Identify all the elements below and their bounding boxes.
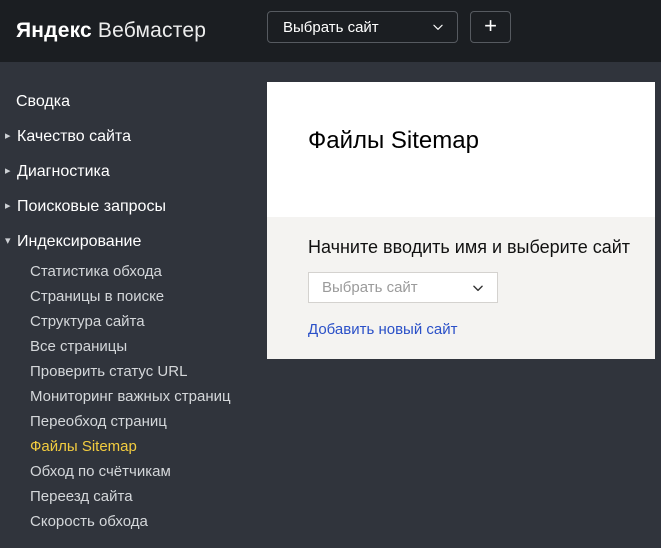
- header-site-select[interactable]: Выбрать сайт: [267, 11, 458, 43]
- site-select-dropdown[interactable]: Выбрать сайт: [308, 272, 498, 303]
- sidebar-subitem-label: Все страницы: [30, 338, 128, 355]
- sidebar-item-crawl-speed[interactable]: Скорость обхода: [0, 509, 267, 534]
- sidebar-item-recrawl-pages[interactable]: Переобход страниц: [0, 409, 267, 434]
- sidebar-item-label: Качество сайта: [17, 127, 131, 145]
- sidebar-subitem-label: Обход по счётчикам: [30, 463, 171, 480]
- sidebar-item-check-url-status[interactable]: Проверить статус URL: [0, 359, 267, 384]
- expand-arrow-icon: ▸: [5, 129, 11, 142]
- sidebar-item-pages-in-search[interactable]: Страницы в поиске: [0, 284, 267, 309]
- sidebar-subitem-label: Переезд сайта: [30, 488, 133, 505]
- sidebar-subitem-label: Переобход страниц: [30, 413, 167, 430]
- logo-product: Вебмастер: [97, 19, 207, 42]
- add-site-button[interactable]: +: [470, 11, 511, 43]
- sidebar-item-crawl-by-counters[interactable]: Обход по счётчикам: [0, 459, 267, 484]
- chevron-down-icon: [431, 20, 445, 34]
- sidebar-item-label: Сводка: [16, 92, 71, 110]
- sidebar-item-summary[interactable]: Сводка: [0, 84, 267, 119]
- page-title: Файлы Sitemap: [308, 127, 479, 154]
- logo-brand: Яндекс: [16, 19, 92, 42]
- sidebar-item-site-structure[interactable]: Структура сайта: [0, 309, 267, 334]
- add-new-site-link[interactable]: Добавить новый сайт: [308, 321, 457, 338]
- sidebar-item-search-queries[interactable]: ▸ Поисковые запросы: [0, 189, 267, 224]
- collapse-arrow-icon: ▾: [5, 234, 11, 247]
- title-panel: Файлы Sitemap: [267, 82, 655, 217]
- sidebar-item-important-pages-monitoring[interactable]: Мониторинг важных страниц: [0, 384, 267, 409]
- picker-heading: Начните вводить имя и выберите сайт: [308, 237, 631, 257]
- sidebar-item-crawl-statistics[interactable]: Статистика обхода: [0, 259, 267, 284]
- top-header: Яндекс Вебмастер Выбрать сайт +: [0, 0, 661, 62]
- site-select-placeholder: Выбрать сайт: [322, 279, 418, 296]
- expand-arrow-icon: ▸: [5, 164, 11, 177]
- plus-icon: +: [484, 13, 497, 38]
- sidebar-item-label: Поисковые запросы: [17, 197, 166, 215]
- chevron-down-icon: [471, 281, 485, 295]
- yandex-webmaster-logo[interactable]: Яндекс Вебмастер: [16, 0, 206, 62]
- main-content: Файлы Sitemap Начните вводить имя и выбе…: [267, 82, 655, 359]
- sidebar-item-sitemap-files[interactable]: Файлы Sitemap: [0, 434, 267, 459]
- expand-arrow-icon: ▸: [5, 199, 11, 212]
- sidebar-subitem-label: Мониторинг важных страниц: [30, 388, 231, 405]
- sidebar-item-label: Диагностика: [17, 162, 110, 180]
- sidebar-item-site-move[interactable]: Переезд сайта: [0, 484, 267, 509]
- sidebar-subitem-label: Структура сайта: [30, 313, 145, 330]
- sidebar-item-diagnostics[interactable]: ▸ Диагностика: [0, 154, 267, 189]
- sidebar-item-all-pages[interactable]: Все страницы: [0, 334, 267, 359]
- sidebar-subitem-label-active: Файлы Sitemap: [30, 438, 137, 455]
- sidebar-subitem-label: Статистика обхода: [30, 263, 162, 280]
- sidebar-item-site-quality[interactable]: ▸ Качество сайта: [0, 119, 267, 154]
- sidebar-subitem-label: Скорость обхода: [30, 513, 148, 530]
- header-site-select-value: Выбрать сайт: [283, 18, 379, 36]
- site-picker-panel: Начните вводить имя и выберите сайт Выбр…: [267, 217, 655, 359]
- sidebar-nav: Сводка ▸ Качество сайта ▸ Диагностика ▸ …: [0, 62, 267, 548]
- sidebar-item-indexing[interactable]: ▾ Индексирование: [0, 224, 267, 259]
- sidebar-subitem-label: Страницы в поиске: [30, 288, 165, 305]
- sidebar-subitem-label: Проверить статус URL: [30, 363, 188, 380]
- sidebar-item-label: Индексирование: [17, 232, 142, 250]
